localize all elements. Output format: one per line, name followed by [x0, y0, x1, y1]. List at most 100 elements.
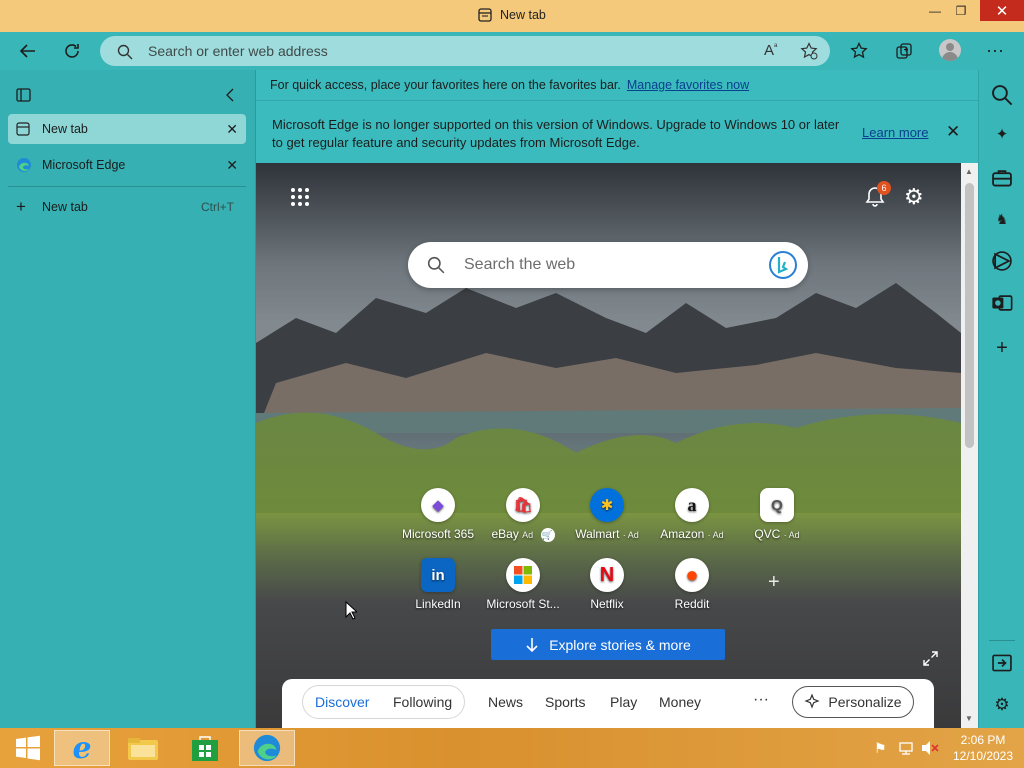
- address-bar[interactable]: Search or enter web address Aᵃ: [100, 36, 830, 66]
- tab-page-icon: [478, 8, 492, 22]
- feed-tab-following[interactable]: Following: [393, 694, 452, 710]
- refresh-button[interactable]: [61, 40, 83, 62]
- microsoft-365-icon[interactable]: [991, 250, 1013, 272]
- tab-close-button[interactable]: ✕: [226, 157, 238, 174]
- add-quick-link-button[interactable]: +: [768, 571, 780, 594]
- quick-link-microsoft-store[interactable]: Microsoft St...: [478, 558, 568, 611]
- ad-badge: · Ad: [707, 530, 724, 540]
- feed-tab-sports[interactable]: Sports: [545, 694, 585, 710]
- mouse-cursor-icon: [345, 601, 357, 620]
- personalize-button[interactable]: Personalize: [792, 686, 914, 718]
- apps-launcher-button[interactable]: [290, 187, 310, 210]
- search-icon[interactable]: [991, 84, 1013, 106]
- expand-icon[interactable]: [923, 651, 938, 666]
- vertical-tabs-pane: New tab ✕ Microsoft Edge ✕ + New tab Ctr…: [0, 70, 256, 728]
- notifications-button[interactable]: 6: [864, 181, 891, 210]
- arrow-left-icon: [19, 44, 35, 58]
- add-favorite-icon[interactable]: [800, 42, 818, 60]
- collections-icon[interactable]: [895, 42, 913, 60]
- web-search-box[interactable]: Search the web: [408, 242, 808, 288]
- collapse-pane-icon[interactable]: [225, 88, 235, 102]
- quick-link-microsoft-365[interactable]: ◆ Microsoft 365: [393, 488, 483, 541]
- quick-link-reddit[interactable]: ● Reddit: [647, 558, 737, 611]
- feed-tab-news[interactable]: News: [488, 694, 523, 710]
- tools-briefcase-icon[interactable]: [991, 167, 1013, 189]
- walmart-spark-icon: ✱: [590, 488, 624, 522]
- quick-link-walmart[interactable]: ✱ Walmart · Ad: [562, 488, 652, 541]
- ad-badge: Ad: [522, 530, 534, 540]
- new-tab-label: New tab: [42, 200, 88, 214]
- grid-dots-icon: [291, 188, 309, 206]
- edge-logo-icon: [17, 158, 31, 172]
- feed-tab-play[interactable]: Play: [610, 694, 637, 710]
- taskbar-file-explorer[interactable]: [115, 730, 171, 766]
- manage-favorites-link[interactable]: Manage favorites now: [627, 78, 749, 92]
- plus-icon: +: [16, 197, 26, 216]
- search-icon: [427, 256, 445, 274]
- copilot-sparkle-icon[interactable]: ✦: [991, 123, 1013, 145]
- taskbar-microsoft-edge[interactable]: [239, 730, 295, 766]
- tab-label: Microsoft Edge: [42, 158, 126, 172]
- infobar-close-button[interactable]: ✕: [946, 122, 960, 142]
- page-scrollbar[interactable]: ▲ ▼: [961, 163, 978, 728]
- quick-link-linkedin[interactable]: in LinkedIn: [393, 558, 483, 611]
- page-settings-gear-icon[interactable]: ⚙: [904, 184, 924, 210]
- internet-explorer-icon: e: [72, 730, 92, 766]
- favorites-icon[interactable]: [850, 42, 868, 60]
- profile-avatar[interactable]: [939, 39, 961, 61]
- feed-more-button[interactable]: ···: [753, 691, 769, 709]
- quick-link-qvc[interactable]: Q QVC · Ad: [732, 488, 822, 541]
- sparkle-edit-icon: [804, 694, 821, 709]
- action-center-flag-icon[interactable]: ⚑: [874, 740, 887, 757]
- scroll-down-icon[interactable]: ▼: [965, 714, 973, 723]
- add-sidebar-app-icon[interactable]: +: [991, 337, 1013, 359]
- learn-more-link[interactable]: Learn more: [862, 125, 928, 140]
- personalize-label: Personalize: [828, 694, 902, 710]
- quick-link-netflix[interactable]: N Netflix: [562, 558, 652, 611]
- hide-sidebar-icon[interactable]: [991, 652, 1013, 674]
- scroll-up-icon[interactable]: ▲: [965, 167, 973, 176]
- back-button[interactable]: [17, 40, 39, 62]
- clock-time: 2:06 PM: [960, 733, 1006, 747]
- network-icon[interactable]: [898, 740, 914, 756]
- tile-label: Reddit: [674, 597, 710, 611]
- new-tab-page: 6 ⚙ Search the web ◆ Microsoft 365 🛍 eBa…: [256, 163, 961, 728]
- tab-microsoft-edge[interactable]: Microsoft Edge ✕: [8, 150, 246, 180]
- qvc-logo-icon: Q: [760, 488, 794, 522]
- games-icon[interactable]: ♞: [991, 208, 1013, 230]
- tab-new-tab[interactable]: New tab ✕: [8, 114, 246, 144]
- new-tab-button[interactable]: + New tab Ctrl+T: [8, 192, 246, 222]
- infobar-message: Microsoft Edge is no longer supported on…: [272, 117, 840, 150]
- feed-tab-money[interactable]: Money: [659, 694, 701, 710]
- address-placeholder: Search or enter web address: [148, 43, 328, 59]
- maximize-button[interactable]: ❐: [946, 0, 976, 22]
- settings-more-button[interactable]: ···: [984, 39, 1006, 61]
- system-clock[interactable]: 2:06 PM 12/10/2023: [948, 732, 1018, 764]
- favorites-bar: For quick access, place your favorites h…: [256, 70, 978, 100]
- edge-logo-icon: [253, 734, 281, 762]
- scrollbar-thumb[interactable]: [965, 183, 974, 448]
- tab-close-button[interactable]: ✕: [226, 121, 238, 138]
- read-aloud-icon[interactable]: Aᵃ: [764, 41, 777, 59]
- quick-link-ebay[interactable]: 🛍 eBay Ad 🛒: [478, 488, 568, 542]
- gear-icon[interactable]: ⚙: [991, 694, 1013, 716]
- bing-chat-icon[interactable]: [768, 250, 798, 280]
- ad-badge: · Ad: [622, 530, 639, 540]
- browser-toolbar: Search or enter web address Aᵃ ···: [0, 32, 1024, 70]
- shopping-cart-icon: 🛒: [540, 528, 555, 542]
- explore-stories-button[interactable]: Explore stories & more: [491, 629, 725, 660]
- web-search-placeholder: Search the web: [464, 256, 576, 273]
- tab-actions-icon[interactable]: [16, 88, 31, 102]
- close-button[interactable]: ✕: [980, 0, 1024, 21]
- tile-label: LinkedIn: [415, 597, 461, 611]
- start-button[interactable]: [0, 730, 56, 766]
- volume-muted-icon[interactable]: [921, 740, 939, 756]
- feed-tab-discover[interactable]: Discover: [315, 694, 369, 710]
- quick-link-amazon[interactable]: a Amazon · Ad: [647, 488, 737, 541]
- outlook-icon[interactable]: [991, 292, 1013, 314]
- tab-page-icon: [16, 122, 30, 136]
- taskbar-store[interactable]: [177, 730, 233, 766]
- shopping-bag-icon: 🛍: [506, 488, 540, 522]
- taskbar-internet-explorer[interactable]: e: [54, 730, 110, 766]
- windows-taskbar: e ⚑ 2:06 PM 12/10/2023: [0, 728, 1024, 768]
